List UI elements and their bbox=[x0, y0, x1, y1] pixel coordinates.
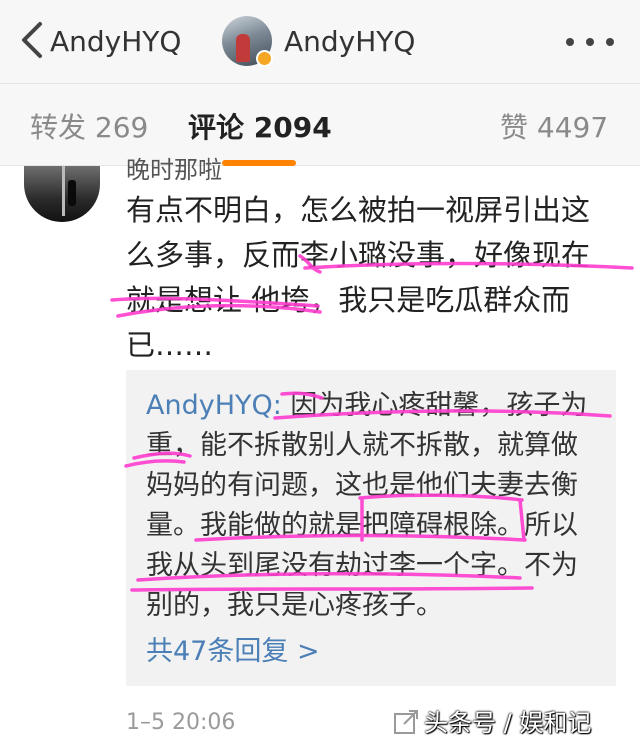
reply-box[interactable]: AndyHYQ: 因为我心疼甜馨，孩子为重，能不拆散别人就不拆散，就算做妈妈的有… bbox=[126, 370, 616, 686]
reply-author[interactable]: AndyHYQ: bbox=[146, 390, 282, 421]
reply-text: 因为我心疼甜馨，孩子为重，能不拆散别人就不拆散，就算做妈妈的有问题，这也是他们夫… bbox=[146, 390, 588, 621]
chevron-left-icon bbox=[22, 22, 42, 58]
verified-badge-icon bbox=[256, 50, 273, 67]
top-bar: AndyHYQ AndyHYQ bbox=[0, 0, 640, 84]
share-icon[interactable] bbox=[392, 708, 420, 736]
view-all-replies-link[interactable]: 共47条回复 > bbox=[146, 634, 320, 670]
more-options-icon[interactable] bbox=[566, 38, 616, 48]
tab-bar: 转发 269 评论 2094 赞 4497 bbox=[0, 84, 640, 166]
tab-reposts[interactable]: 转发 269 bbox=[30, 110, 148, 146]
active-tab-indicator bbox=[222, 160, 296, 166]
reply-content: AndyHYQ: 因为我心疼甜馨，孩子为重，能不拆散别人就不拆散，就算做妈妈的有… bbox=[146, 386, 604, 626]
watermark: 头条号 / 娱和记 bbox=[424, 709, 592, 737]
timestamp: 1–5 20:06 bbox=[126, 710, 236, 735]
tab-comments[interactable]: 评论 2094 bbox=[188, 110, 332, 146]
tab-likes[interactable]: 赞 4497 bbox=[500, 110, 608, 146]
back-button[interactable] bbox=[18, 20, 48, 60]
commenter-avatar[interactable] bbox=[24, 166, 100, 222]
commenter-name[interactable]: 晚时那啦 bbox=[126, 156, 222, 184]
comment-text: 有点不明白，怎么被拍一视屏引出这么多事，反而李小璐没事，好像现在就是想让 他垮，… bbox=[126, 193, 591, 362]
back-label[interactable]: AndyHYQ bbox=[50, 22, 181, 62]
page-title: AndyHYQ bbox=[284, 25, 416, 58]
